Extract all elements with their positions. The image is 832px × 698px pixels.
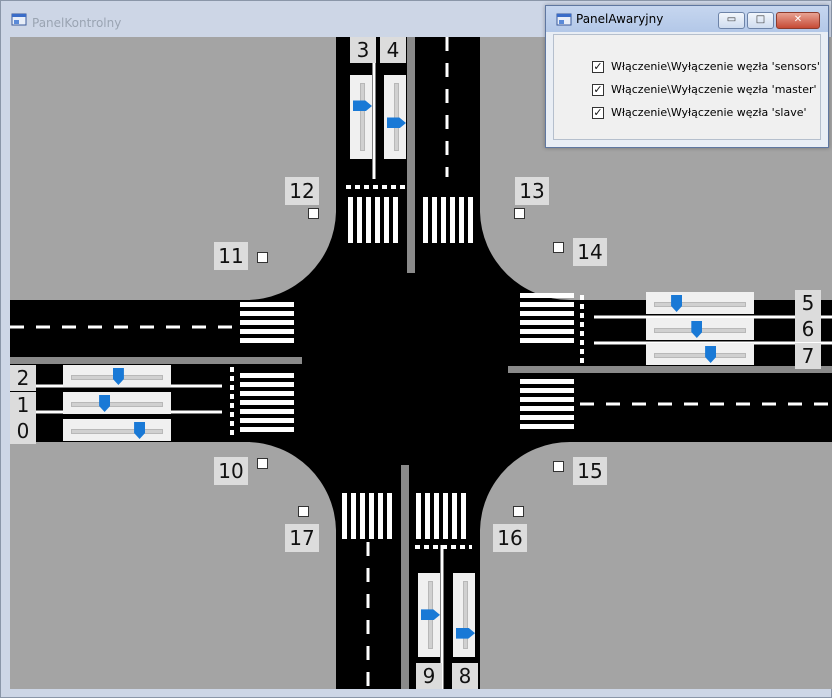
slider-track — [71, 402, 163, 407]
lane-label-2: 2 — [10, 365, 36, 391]
lane-label-9: 9 — [416, 663, 442, 689]
emergency-body: ✓ Włączenie\Wyłączenie węzła 'sensors' ✓… — [553, 34, 821, 140]
slider-thumb[interactable] — [671, 295, 683, 312]
slider-thumb[interactable] — [134, 422, 146, 439]
slider-thumb[interactable] — [456, 627, 475, 639]
lane-label-1: 1 — [10, 392, 36, 418]
sensor-label-16: 16 — [493, 524, 527, 552]
slider-track — [654, 302, 746, 307]
lane-label-0: 0 — [10, 418, 36, 444]
slider-track — [394, 83, 399, 151]
slider-thumb[interactable] — [112, 368, 124, 385]
sensor-label-14: 14 — [573, 238, 607, 266]
slider-thumb[interactable] — [421, 609, 440, 621]
emergency-window-title: PanelAwaryjny — [576, 12, 664, 26]
minimize-button[interactable]: ▭ — [718, 12, 745, 29]
sensor-checkbox-13[interactable] — [514, 208, 525, 219]
lane-slider-1[interactable] — [63, 392, 171, 414]
sensor-checkbox-14[interactable] — [553, 242, 564, 253]
checkbox-label: Włączenie\Wyłączenie węzła 'sensors' — [611, 60, 820, 73]
emergency-titlebar[interactable]: PanelAwaryjny ▭ □ ✕ — [546, 6, 828, 32]
lane-slider-7[interactable] — [646, 343, 754, 365]
lane-label-3: 3 — [350, 37, 376, 63]
maximize-button[interactable]: □ — [747, 12, 774, 29]
panel-awaryjny-window: PanelAwaryjny ▭ □ ✕ ✓ Włączenie\Wyłączen… — [545, 5, 829, 148]
sensor-label-11: 11 — [214, 242, 248, 270]
lane-label-5: 5 — [795, 290, 821, 316]
slider-track — [463, 581, 468, 649]
app-window-icon — [11, 12, 27, 26]
lane-slider-9[interactable] — [418, 573, 440, 657]
sensor-label-10: 10 — [214, 457, 248, 485]
checkbox-label: Włączenie\Wyłączenie węzła 'slave' — [611, 106, 807, 119]
slider-track — [71, 429, 163, 434]
sensor-label-17: 17 — [285, 524, 319, 552]
slider-thumb[interactable] — [387, 117, 406, 129]
sensor-checkbox-16[interactable] — [513, 506, 524, 517]
lane-label-4: 4 — [380, 37, 406, 63]
lane-slider-2[interactable] — [63, 365, 171, 387]
slider-thumb[interactable] — [705, 346, 717, 363]
checkbox-box[interactable]: ✓ — [592, 107, 604, 119]
lane-label-7: 7 — [795, 343, 821, 369]
lane-slider-3[interactable] — [350, 75, 372, 159]
sensor-checkbox-15[interactable] — [553, 461, 564, 472]
sensor-checkbox-12[interactable] — [308, 208, 319, 219]
slider-thumb[interactable] — [99, 395, 111, 412]
sensor-label-13: 13 — [515, 177, 549, 205]
sensor-checkbox-10[interactable] — [257, 458, 268, 469]
slider-track — [654, 353, 746, 358]
lane-slider-4[interactable] — [384, 75, 406, 159]
lane-label-6: 6 — [795, 316, 821, 342]
checkbox-box[interactable]: ✓ — [592, 61, 604, 73]
sensor-checkbox-11[interactable] — [257, 252, 268, 263]
main-window-title: PanelKontrolny — [32, 16, 122, 30]
slider-thumb[interactable] — [353, 100, 372, 112]
slider-track — [360, 83, 365, 151]
slider-thumb[interactable] — [691, 321, 703, 338]
close-button[interactable]: ✕ — [776, 12, 820, 29]
lane-slider-8[interactable] — [453, 573, 475, 657]
lane-slider-0[interactable] — [63, 419, 171, 441]
app-window-icon — [556, 12, 572, 26]
lane-slider-5[interactable] — [646, 292, 754, 314]
checkbox-label: Włączenie\Wyłączenie węzła 'master' — [611, 83, 817, 96]
sensor-checkbox-17[interactable] — [298, 506, 309, 517]
sensor-label-15: 15 — [573, 457, 607, 485]
checkbox-box[interactable]: ✓ — [592, 84, 604, 96]
lane-label-8: 8 — [452, 663, 478, 689]
lane-slider-6[interactable] — [646, 318, 754, 340]
sensor-label-12: 12 — [285, 177, 319, 205]
